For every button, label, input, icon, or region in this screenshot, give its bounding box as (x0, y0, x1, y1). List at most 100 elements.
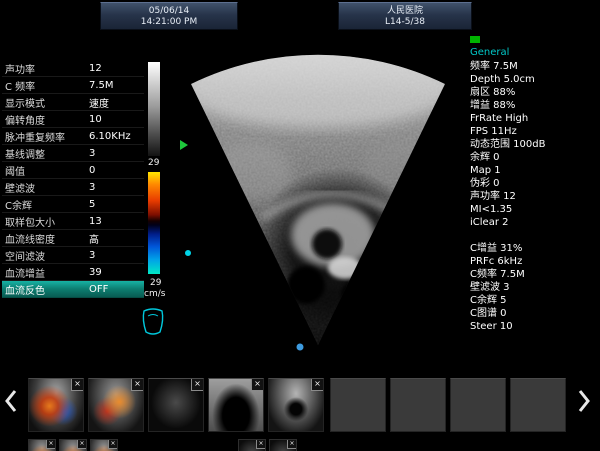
param-row[interactable]: C 频率 7.5M (2, 77, 144, 94)
param-row[interactable]: C余辉 5 (2, 196, 144, 213)
param-label: C 频率 (5, 78, 89, 93)
param-value: 39 (89, 267, 141, 278)
param-label: 血流增益 (5, 265, 89, 280)
thumbnail[interactable]: × (268, 378, 324, 432)
param-line: 壁滤波 3 (470, 281, 598, 294)
chevron-left-icon (5, 390, 17, 412)
param-row[interactable]: 声功率 12 (2, 60, 144, 77)
probe-model: L14-5/38 (339, 17, 471, 28)
chevron-right-icon (578, 390, 590, 412)
param-label: 偏转角度 (5, 112, 89, 127)
param-line: FPS 11Hz (470, 125, 598, 138)
param-line: Steer 10 (470, 320, 598, 333)
thumbnail[interactable]: × (28, 439, 56, 451)
param-line: C频率 7.5M (470, 268, 598, 281)
close-icon[interactable]: × (131, 379, 143, 391)
param-label: 取样包大小 (5, 214, 89, 229)
close-icon[interactable]: × (77, 440, 86, 449)
thumbnail[interactable]: × (88, 378, 144, 432)
param-line: C图谱 0 (470, 307, 598, 320)
date-text: 05/06/14 (101, 6, 237, 17)
active-image-indicator (470, 36, 480, 43)
time-text: 14:21:00 PM (101, 17, 237, 28)
param-label: C余辉 (5, 197, 89, 212)
param-line: 动态范围 100dB (470, 138, 598, 151)
thumbnail[interactable]: × (269, 439, 297, 451)
param-value: 6.10KHz (89, 131, 141, 142)
hospital-name: 人民医院 (339, 6, 471, 17)
thumbnail-empty (390, 378, 446, 432)
thumbnails-next-button[interactable] (578, 390, 594, 416)
close-icon[interactable]: × (287, 440, 296, 449)
left-parameter-menu: 声功率 12 C 频率 7.5M 显示模式 速度 偏转角度 10 脉冲重复频率 … (2, 60, 144, 298)
color-box-marker-dot (185, 250, 191, 256)
param-line: MI<1.35 (470, 203, 598, 216)
velocity-value: 29 (150, 278, 161, 288)
param-line: 增益 88% (470, 99, 598, 112)
thumbnail[interactable]: × (28, 378, 84, 432)
param-label: 血流线密度 (5, 231, 89, 246)
param-value: OFF (89, 284, 141, 295)
focus-arrow-icon (180, 140, 188, 150)
param-row[interactable]: 血流增益 39 (2, 264, 144, 281)
param-row-selected[interactable]: 血流反色 OFF (2, 281, 144, 298)
param-row[interactable]: 阈值 0 (2, 162, 144, 179)
param-line: C余辉 5 (470, 294, 598, 307)
close-icon[interactable]: × (251, 379, 263, 391)
close-icon[interactable]: × (46, 440, 55, 449)
param-line: Map 1 (470, 164, 598, 177)
param-line: 余辉 0 (470, 151, 598, 164)
param-row[interactable]: 脉冲重复频率 6.10KHz (2, 128, 144, 145)
preset-name: General (470, 46, 598, 59)
ultrasound-image (178, 38, 470, 370)
close-icon[interactable]: × (108, 440, 117, 449)
thumbnail[interactable]: × (90, 439, 118, 451)
param-value: 高 (89, 231, 141, 246)
param-row[interactable]: 空间滤波 3 (2, 247, 144, 264)
param-row[interactable]: 取样包大小 13 (2, 213, 144, 230)
param-value: 速度 (89, 95, 141, 110)
close-icon[interactable]: × (311, 379, 323, 391)
param-value: 3 (89, 182, 141, 193)
panel-section-gap (470, 229, 598, 242)
param-line: 扇区 88% (470, 86, 598, 99)
thumbnail-empty (330, 378, 386, 432)
param-line: FrRate High (470, 112, 598, 125)
hospital-panel: 人民医院 L14-5/38 (338, 2, 472, 30)
thumbnail[interactable]: × (59, 439, 87, 451)
param-value: 3 (89, 148, 141, 159)
param-label: 阈值 (5, 163, 89, 178)
color-velocity-bar (148, 172, 160, 274)
thumbnail[interactable]: × (148, 378, 204, 432)
param-label: 脉冲重复频率 (5, 129, 89, 144)
param-value: 10 (89, 114, 141, 125)
param-label: 显示模式 (5, 95, 89, 110)
param-label: 基线调整 (5, 146, 89, 161)
probe-orientation-dot (297, 344, 304, 351)
param-row[interactable]: 壁滤波 3 (2, 179, 144, 196)
close-icon[interactable]: × (191, 379, 203, 391)
thumbnail[interactable]: × (208, 378, 264, 432)
param-value: 3 (89, 250, 141, 261)
thumbnails-prev-button[interactable] (5, 390, 21, 416)
param-row[interactable]: 血流线密度 高 (2, 230, 144, 247)
param-row[interactable]: 显示模式 速度 (2, 94, 144, 111)
body-marker-icon (138, 306, 168, 338)
close-icon[interactable]: × (71, 379, 83, 391)
thumbnail[interactable]: × (238, 439, 266, 451)
param-line: 声功率 12 (470, 190, 598, 203)
datetime-panel: 05/06/14 14:21:00 PM (100, 2, 238, 30)
ultrasound-console-screen: 05/06/14 14:21:00 PM 人民医院 L14-5/38 声功率 1… (0, 0, 600, 451)
image-params-panel: General 频率 7.5M Depth 5.0cm 扇区 88% 增益 88… (470, 36, 598, 333)
param-line: PRFc 6kHz (470, 255, 598, 268)
param-row[interactable]: 基线调整 3 (2, 145, 144, 162)
thumbnail-empty (510, 378, 566, 432)
param-value: 7.5M (89, 80, 141, 91)
param-value: 13 (89, 216, 141, 227)
param-row[interactable]: 偏转角度 10 (2, 111, 144, 128)
param-value: 12 (89, 63, 141, 74)
close-icon[interactable]: × (256, 440, 265, 449)
param-line: iClear 2 (470, 216, 598, 229)
param-line: Depth 5.0cm (470, 73, 598, 86)
param-label: 空间滤波 (5, 248, 89, 263)
